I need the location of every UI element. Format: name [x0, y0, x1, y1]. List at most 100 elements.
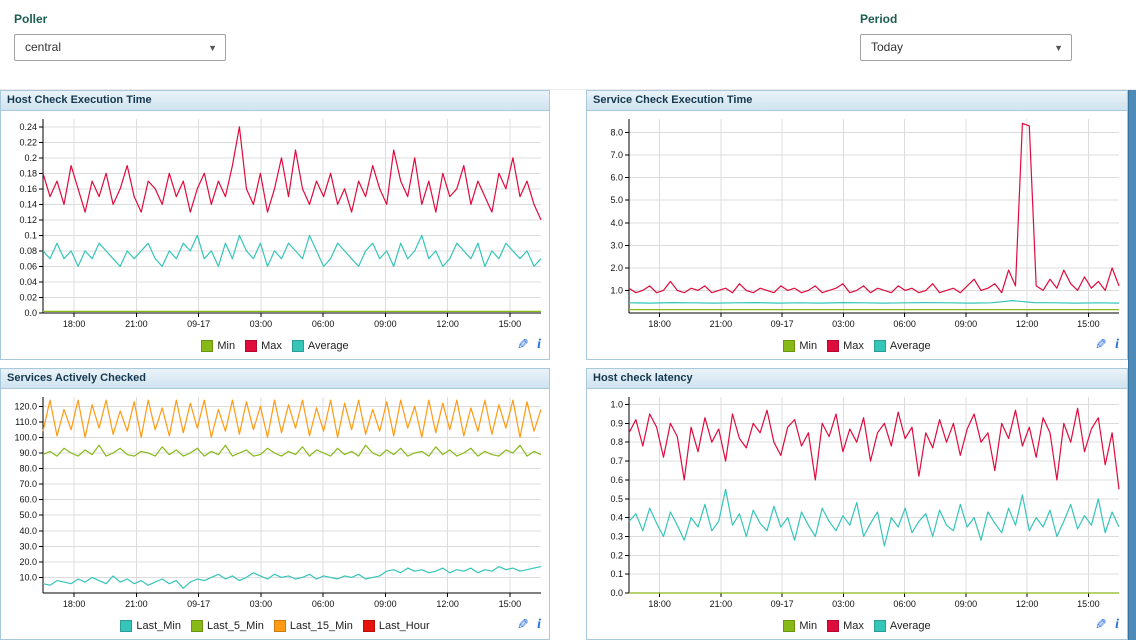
svg-text:18:00: 18:00 [63, 599, 86, 609]
svg-text:06:00: 06:00 [893, 319, 916, 329]
info-icon[interactable]: i [1115, 617, 1119, 633]
edit-icon[interactable]: ✎ [517, 336, 529, 353]
panel-title: Service Check Execution Time [593, 94, 752, 106]
svg-text:0.3: 0.3 [610, 531, 623, 541]
svg-text:09-17: 09-17 [771, 319, 794, 329]
legend-swatch [827, 620, 839, 632]
panel-icons: ✎ i [1095, 616, 1119, 633]
legend-label: Max [843, 620, 864, 632]
series-average [629, 301, 1119, 304]
svg-text:03:00: 03:00 [250, 319, 273, 329]
legend-swatch [783, 340, 795, 352]
svg-text:1.0: 1.0 [610, 285, 623, 295]
legend-item-last_15_min[interactable]: Last_15_Min [274, 620, 353, 632]
edit-icon[interactable]: ✎ [1095, 616, 1107, 633]
legend-item-max[interactable]: Max [827, 620, 864, 632]
svg-text:03:00: 03:00 [250, 599, 273, 609]
chart-host-check-latency[interactable]: 0.00.10.20.30.40.50.60.70.80.91.018:0021… [587, 389, 1127, 613]
legend-label: Average [890, 620, 931, 632]
legend-item-last_5_min[interactable]: Last_5_Min [191, 620, 264, 632]
filter-bar: Poller central ▼ Period Today ▼ [0, 0, 1136, 90]
panel-title: Host Check Execution Time [7, 94, 152, 106]
svg-text:15:00: 15:00 [1077, 599, 1100, 609]
panel-title: Services Actively Checked [7, 372, 146, 384]
poller-filter: Poller central ▼ [14, 12, 226, 61]
chart-service-check-execution-time[interactable]: 1.02.03.04.05.06.07.08.018:0021:0009-170… [587, 111, 1127, 333]
legend-swatch [292, 340, 304, 352]
info-icon[interactable]: i [537, 617, 541, 633]
legend-label: Min [799, 340, 817, 352]
period-dropdown[interactable]: Today ▼ [860, 34, 1072, 61]
chart-services-actively-checked[interactable]: 10.020.030.040.050.060.070.080.090.0100.… [1, 389, 549, 613]
poller-label: Poller [14, 12, 226, 26]
svg-text:0.12: 0.12 [19, 215, 37, 225]
svg-text:15:00: 15:00 [1077, 319, 1100, 329]
svg-text:12:00: 12:00 [436, 319, 459, 329]
legend-item-average[interactable]: Average [874, 620, 931, 632]
svg-text:50.0: 50.0 [19, 510, 37, 520]
edit-icon[interactable]: ✎ [1095, 336, 1107, 353]
svg-text:15:00: 15:00 [499, 319, 522, 329]
legend-label: Average [308, 340, 349, 352]
legend-item-max[interactable]: Max [827, 340, 864, 352]
legend-label: Max [843, 340, 864, 352]
panel-header: Host check latency [587, 369, 1127, 389]
series-max [629, 124, 1119, 293]
svg-text:0.7: 0.7 [610, 456, 623, 466]
chevron-down-icon: ▼ [1054, 35, 1063, 62]
legend-item-last_min[interactable]: Last_Min [120, 620, 181, 632]
legend: Min Max Average [201, 340, 348, 352]
poller-dropdown[interactable]: central ▼ [14, 34, 226, 61]
svg-text:15:00: 15:00 [499, 599, 522, 609]
svg-text:90.0: 90.0 [19, 448, 37, 458]
panel-icons: ✎ i [517, 336, 541, 353]
legend: Last_Min Last_5_Min Last_15_Min Last_Hour [120, 620, 429, 632]
svg-text:3.0: 3.0 [610, 240, 623, 250]
svg-text:09:00: 09:00 [374, 319, 397, 329]
info-icon[interactable]: i [537, 337, 541, 353]
svg-text:0.8: 0.8 [610, 437, 623, 447]
svg-text:0.24: 0.24 [19, 122, 37, 132]
svg-text:5.0: 5.0 [610, 195, 623, 205]
chart-host-check-execution-time[interactable]: 0.00.020.040.060.080.10.120.140.160.180.… [1, 111, 549, 333]
svg-text:09-17: 09-17 [187, 319, 210, 329]
svg-text:21:00: 21:00 [710, 319, 733, 329]
legend-item-min[interactable]: Min [201, 340, 235, 352]
svg-text:0.1: 0.1 [24, 230, 37, 240]
legend-item-average[interactable]: Average [874, 340, 931, 352]
svg-text:09:00: 09:00 [955, 599, 978, 609]
svg-text:0.18: 0.18 [19, 168, 37, 178]
svg-text:2.0: 2.0 [610, 263, 623, 273]
edit-icon[interactable]: ✎ [517, 616, 529, 633]
svg-text:12:00: 12:00 [1016, 599, 1039, 609]
svg-text:18:00: 18:00 [648, 599, 671, 609]
legend-item-average[interactable]: Average [292, 340, 349, 352]
svg-text:0.6: 0.6 [610, 475, 623, 485]
legend-swatch [363, 620, 375, 632]
legend-label: Last_Hour [379, 620, 430, 632]
legend-item-max[interactable]: Max [245, 340, 282, 352]
svg-text:03:00: 03:00 [832, 599, 855, 609]
svg-text:4.0: 4.0 [610, 218, 623, 228]
svg-text:40.0: 40.0 [19, 526, 37, 536]
legend-swatch [191, 620, 203, 632]
series-last_15_min [43, 400, 541, 437]
scrollbar[interactable] [1128, 90, 1136, 640]
legend-item-last_hour[interactable]: Last_Hour [363, 620, 430, 632]
legend-swatch [120, 620, 132, 632]
legend-swatch [874, 340, 886, 352]
panel-services-actively-checked: Services Actively Checked 10.020.030.040… [0, 368, 550, 640]
legend: Min Max Average [783, 340, 930, 352]
svg-text:10.0: 10.0 [19, 572, 37, 582]
info-icon[interactable]: i [1115, 337, 1119, 353]
svg-text:80.0: 80.0 [19, 464, 37, 474]
legend-label: Average [890, 340, 931, 352]
poller-value: central [25, 40, 61, 54]
legend-item-min[interactable]: Min [783, 620, 817, 632]
svg-text:09:00: 09:00 [955, 319, 978, 329]
panel-service-check-execution-time: Service Check Execution Time 1.0 2.0 3.0 4.… [586, 90, 1128, 360]
svg-text:18:00: 18:00 [648, 319, 671, 329]
legend-swatch [245, 340, 257, 352]
legend-swatch [827, 340, 839, 352]
legend-item-min[interactable]: Min [783, 340, 817, 352]
